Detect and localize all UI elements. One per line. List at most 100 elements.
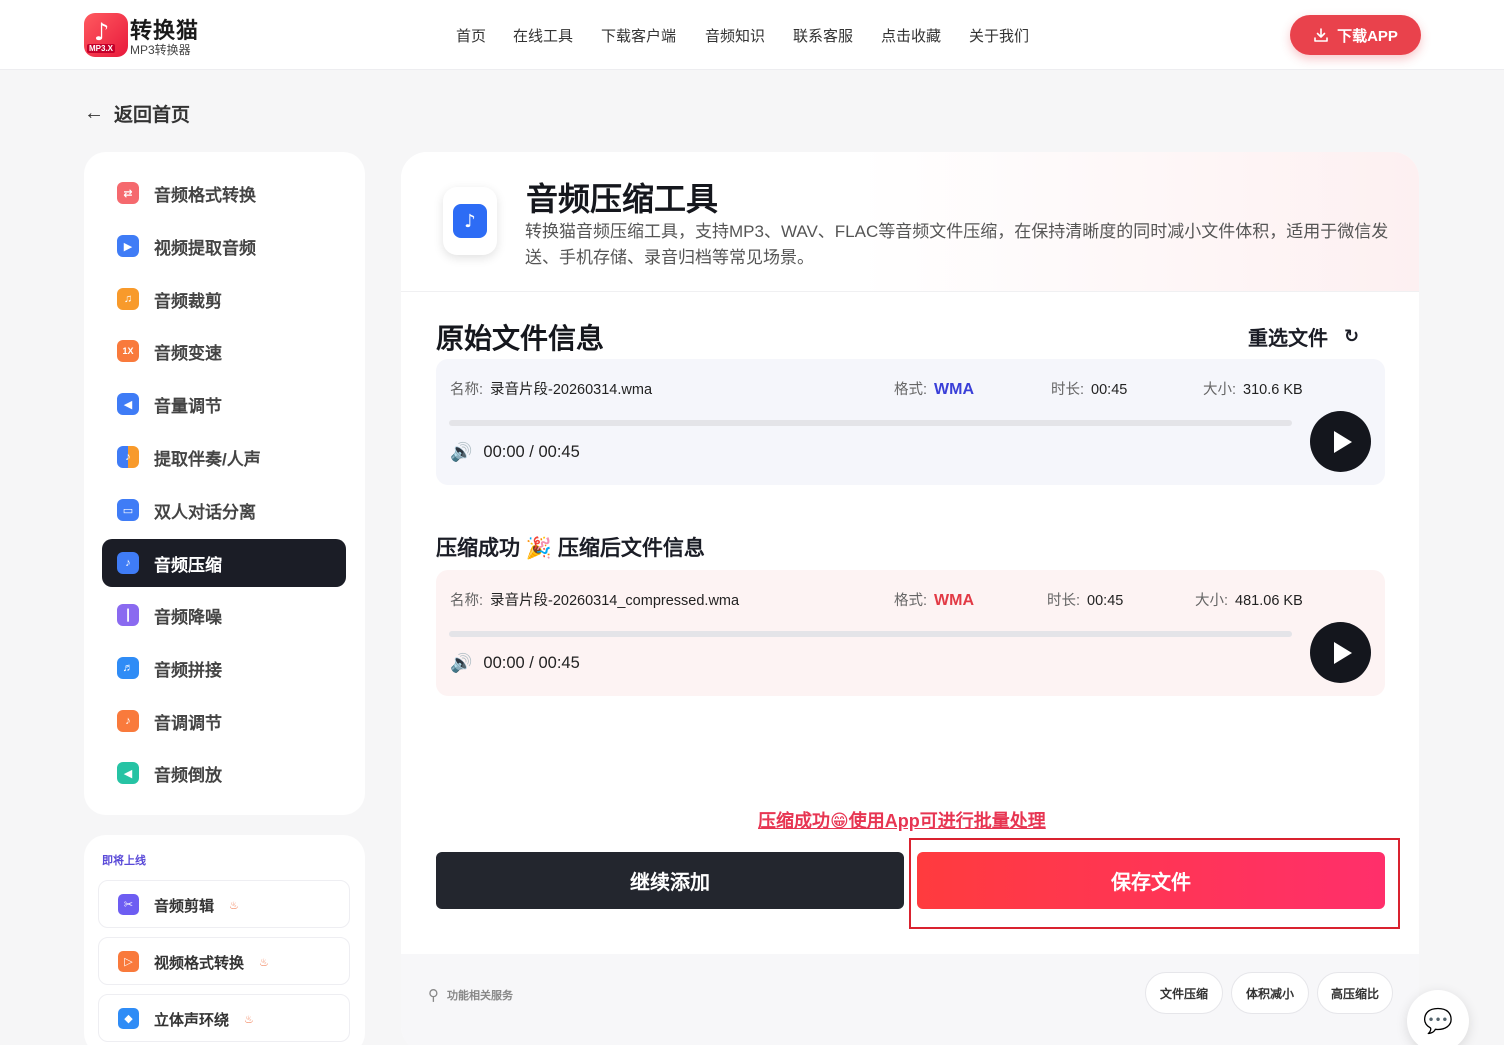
arrow-left-icon: ← — [84, 102, 104, 124]
coming-soon-item-label: 音频剪辑 — [154, 898, 215, 915]
nav-audio-knowledge[interactable]: 音频知识 — [705, 25, 765, 46]
sidebar-item-video-extract[interactable]: ▶ 视频提取音频 — [102, 222, 346, 270]
top-navbar: ♪ MP3.X 转换猫 MP3转换器 首页 在线工具 下载客户端 音频知识 联系… — [0, 0, 1504, 70]
logo-icon[interactable]: ♪ MP3.X — [84, 13, 128, 57]
file-name: 录音片段-20260314_compressed.wma — [490, 593, 740, 609]
coming-soon-title: 即将上线 — [102, 855, 146, 867]
volume-icon: ◀ — [117, 393, 139, 415]
main-panel: ♪ 音频压缩工具 转换猫音频压缩工具，支持MP3、WAV、FLAC等音频文件压缩… — [401, 152, 1419, 1045]
sidebar-item-pitch[interactable]: ♪ 音调调节 — [102, 697, 346, 745]
audio-progress-bar[interactable] — [449, 420, 1292, 426]
sidebar-item-label: 音频裁剪 — [154, 291, 222, 311]
cube-icon: ◆ — [118, 1008, 139, 1029]
reverse-icon: ◀ — [117, 762, 139, 784]
video-convert-icon: ▷ — [118, 951, 139, 972]
scissors-icon: ✂ — [118, 894, 139, 915]
audio-progress-bar[interactable] — [449, 631, 1292, 637]
volume-icon[interactable]: 🔊 — [450, 442, 472, 463]
tool-header: ♪ 音频压缩工具 转换猫音频压缩工具，支持MP3、WAV、FLAC等音频文件压缩… — [401, 152, 1419, 292]
sidebar-item-format-convert[interactable]: ⇄ 音频格式转换 — [102, 169, 346, 217]
file-duration: 00:45 — [1087, 593, 1124, 609]
tool-sidebar: ⇄ 音频格式转换 ▶ 视频提取音频 ♫ 音频裁剪 1X 音频变速 ◀ 音量调节 … — [84, 152, 365, 815]
coming-soon-item-video-convert[interactable]: ▷ 视频格式转换 ♨ — [98, 937, 350, 985]
sidebar-item-audio-cut[interactable]: ♫ 音频裁剪 — [102, 275, 346, 323]
sidebar-item-label: 音频降噪 — [154, 607, 222, 627]
sidebar-item-label: 音频压缩 — [154, 555, 222, 575]
format-convert-icon: ⇄ — [117, 182, 139, 204]
sidebar-item-dialogue-split[interactable]: ▭ 双人对话分离 — [102, 486, 346, 534]
sidebar-item-label: 视频提取音频 — [154, 238, 256, 258]
sidebar-item-label: 音频格式转换 — [154, 185, 256, 205]
sidebar-item-audio-join[interactable]: ♬ 音频拼接 — [102, 644, 346, 692]
audio-join-icon: ♬ — [117, 657, 139, 679]
sidebar-item-speed[interactable]: 1X 音频变速 — [102, 327, 346, 375]
play-icon — [1334, 641, 1352, 664]
service-chip[interactable]: 高压缩比 — [1317, 972, 1393, 1014]
volume-icon[interactable]: 🔊 — [450, 653, 472, 674]
hot-icon: ♨ — [259, 957, 269, 969]
sidebar-item-volume[interactable]: ◀ 音量调节 — [102, 380, 346, 428]
video-extract-icon: ▶ — [117, 235, 139, 257]
nav-about-us[interactable]: 关于我们 — [969, 25, 1029, 46]
back-home-label: 返回首页 — [114, 105, 191, 126]
logo-subtitle: MP3转换器 — [130, 43, 191, 57]
refresh-icon: ↻ — [1344, 326, 1360, 347]
related-services-bar: ⚲ 功能相关服务 文件压缩 体积减小 高压缩比 — [401, 954, 1419, 1045]
sidebar-item-label: 音量调节 — [154, 396, 222, 416]
download-app-button[interactable]: 下载APP — [1290, 15, 1421, 55]
file-duration-field: 时长: 00:45 — [1051, 382, 1128, 398]
file-format-field: 格式: WMA — [894, 381, 975, 398]
sidebar-item-label: 音频变速 — [154, 343, 222, 363]
related-services-label: ⚲ 功能相关服务 — [428, 986, 513, 1004]
file-size: 481.06 KB — [1235, 593, 1303, 609]
sidebar-item-label: 提取伴奏/人声 — [154, 449, 261, 469]
file-name-field: 名称: 录音片段-20260314.wma — [450, 382, 653, 398]
play-button[interactable] — [1310, 411, 1371, 472]
batch-promo-link[interactable]: 压缩成功😁使用App可进行批量处理 — [758, 807, 1046, 833]
coming-soon-item-audio-edit[interactable]: ✂ 音频剪辑 ♨ — [98, 880, 350, 928]
sidebar-item-label: 音频拼接 — [154, 660, 222, 680]
sidebar-item-reverse[interactable]: ◀ 音频倒放 — [102, 749, 346, 797]
service-chip[interactable]: 体积减小 — [1231, 972, 1309, 1014]
nav-home[interactable]: 首页 — [456, 25, 486, 46]
file-size-field: 大小: 310.6 KB — [1203, 382, 1303, 398]
audio-compress-icon: ♪ — [117, 552, 139, 574]
chat-bubble-icon[interactable]: 💬 — [1407, 990, 1469, 1045]
speed-icon: 1X — [117, 340, 139, 362]
nav-download-client[interactable]: 下载客户端 — [601, 25, 676, 46]
reselect-file-button[interactable]: 重选文件 ↻ — [1248, 322, 1359, 351]
coming-soon-item-surround[interactable]: ◆ 立体声环绕 ♨ — [98, 994, 350, 1042]
original-file-card: 名称: 录音片段-20260314.wma 格式: WMA 时长: 00:45 大小:… — [436, 359, 1385, 485]
nav-customer-service[interactable]: 联系客服 — [793, 25, 853, 46]
play-button[interactable] — [1310, 622, 1371, 683]
hot-icon: ♨ — [229, 900, 239, 912]
file-format: WMA — [934, 381, 975, 398]
back-home-link[interactable]: ← 返回首页 — [84, 100, 190, 127]
save-file-button[interactable]: 保存文件 — [917, 852, 1385, 909]
nav-online-tools[interactable]: 在线工具 — [513, 25, 573, 46]
continue-add-button[interactable]: 继续添加 — [436, 852, 904, 909]
original-file-title: 原始文件信息 — [436, 323, 605, 354]
coming-soon-item-label: 视频格式转换 — [154, 955, 245, 972]
reselect-file-label: 重选文件 — [1248, 328, 1328, 350]
sidebar-item-audio-compress[interactable]: ♪ 音频压缩 — [102, 539, 346, 587]
file-size-field: 大小: 481.06 KB — [1195, 593, 1303, 609]
sidebar-item-label: 音调调节 — [154, 713, 222, 733]
dialogue-split-icon: ▭ — [117, 499, 139, 521]
sidebar-item-vocal-extract[interactable]: ♪ 提取伴奏/人声 — [102, 433, 346, 481]
download-icon — [1314, 28, 1328, 42]
playback-time: 00:00 / 00:45 — [483, 654, 580, 672]
service-chip[interactable]: 文件压缩 — [1145, 972, 1223, 1014]
file-name: 录音片段-20260314.wma — [490, 382, 653, 398]
file-duration: 00:45 — [1091, 382, 1128, 398]
pitch-icon: ♪ — [117, 710, 139, 732]
download-app-label: 下载APP — [1337, 27, 1398, 45]
sidebar-item-denoise[interactable]: ┃ 音频降噪 — [102, 591, 346, 639]
compressed-file-card: 名称: 录音片段-20260314_compressed.wma 格式: WMA 时… — [436, 570, 1385, 696]
sidebar-item-label: 双人对话分离 — [154, 502, 256, 522]
hot-icon: ♨ — [244, 1014, 254, 1026]
compressed-file-title: 压缩成功 🎉 压缩后文件信息 — [436, 537, 705, 560]
logo-badge: MP3.X — [87, 44, 116, 53]
vocal-extract-icon: ♪ — [117, 446, 139, 468]
nav-bookmark[interactable]: 点击收藏 — [881, 25, 941, 46]
